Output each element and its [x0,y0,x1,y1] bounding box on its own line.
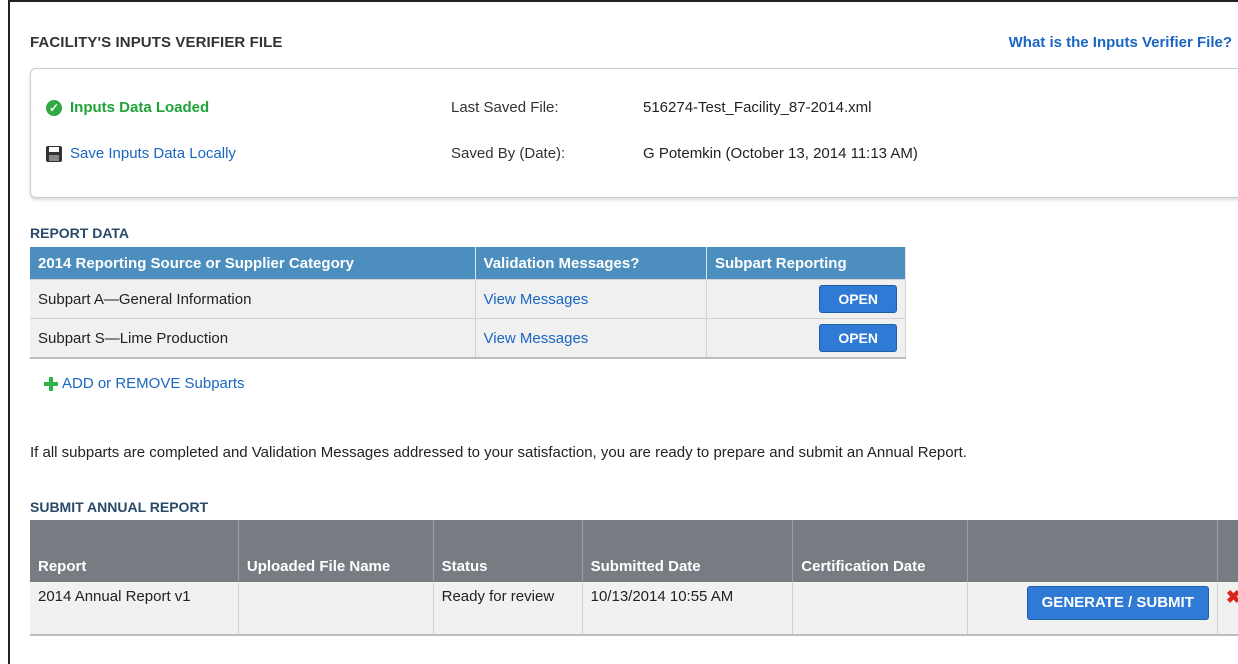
generate-submit-button[interactable]: GENERATE / SUBMIT [1026,586,1209,620]
column-header: Subpart Reporting [706,247,907,280]
column-header: Uploaded File Name [238,520,434,582]
column-header: Submitted Date [582,520,794,582]
submitted-date: 10/13/2014 10:55 AM [582,582,794,636]
save-inputs-locally-label: Save Inputs Data Locally [70,145,236,162]
table-row: Subpart A—General Information View Messa… [30,279,907,319]
subpart-category: Subpart S—Lime Production [30,318,476,359]
save-inputs-locally-link[interactable]: Save Inputs Data Locally [46,145,236,162]
last-saved-value: 516274-Test_Facility_87-2014.xml [643,99,872,116]
column-header [967,520,1218,582]
report-data-heading: REPORT DATA [30,225,130,241]
inputs-loaded-label: Inputs Data Loaded [70,99,210,116]
open-subpart-button[interactable]: OPEN [819,285,897,313]
subpart-category: Subpart A—General Information [30,279,476,319]
last-saved-label: Last Saved File: [451,99,559,116]
report-data-table: 2014 Reporting Source or Supplier Catego… [30,247,907,359]
column-header: Report [30,520,239,582]
inputs-loaded-status: ✓ Inputs Data Loaded [46,99,209,116]
table-row: 2014 Annual Report v1 Ready for review 1… [30,582,1238,636]
column-header: Certification Date [792,520,969,582]
open-subpart-button[interactable]: OPEN [819,324,897,352]
saved-by-label: Saved By (Date): [451,145,566,162]
saved-by-value: G Potemkin (October 13, 2014 11:13 AM) [643,145,918,162]
page-title: FACILITY'S INPUTS VERIFIER FILE [30,34,283,51]
delete-x-icon[interactable]: ✖ [1226,587,1238,607]
certification-date [792,582,969,636]
report-status: Ready for review [433,582,583,636]
submit-annual-report-heading: SUBMIT ANNUAL REPORT [30,499,209,515]
column-header: 2014 Reporting Source or Supplier Catego… [30,247,476,280]
check-circle-icon: ✓ [46,99,62,116]
view-messages-link[interactable]: View Messages [484,330,589,347]
submit-report-table: Report Uploaded File Name Status Submitt… [30,520,1238,636]
inputs-status-box: ✓ Inputs Data Loaded Save Inputs Data Lo… [30,68,1238,198]
report-name: 2014 Annual Report v1 [30,582,239,636]
facility-panel: FACILITY'S INPUTS VERIFIER FILE What is … [8,0,1238,664]
column-header [1217,520,1238,582]
uploaded-file-name [238,582,434,636]
view-messages-link[interactable]: View Messages [484,291,589,308]
floppy-disk-icon [46,145,62,162]
add-remove-subparts-link[interactable]: ADD or REMOVE Subparts [44,375,245,392]
add-remove-subparts-label: ADD or REMOVE Subparts [62,375,245,392]
help-link[interactable]: What is the Inputs Verifier File? [1009,34,1232,51]
plus-icon [44,376,58,391]
table-row: Subpart S—Lime Production View Messages … [30,318,907,359]
column-header: Validation Messages? [475,247,707,280]
column-header: Status [433,520,583,582]
instruction-text: If all subparts are completed and Valida… [30,444,967,461]
